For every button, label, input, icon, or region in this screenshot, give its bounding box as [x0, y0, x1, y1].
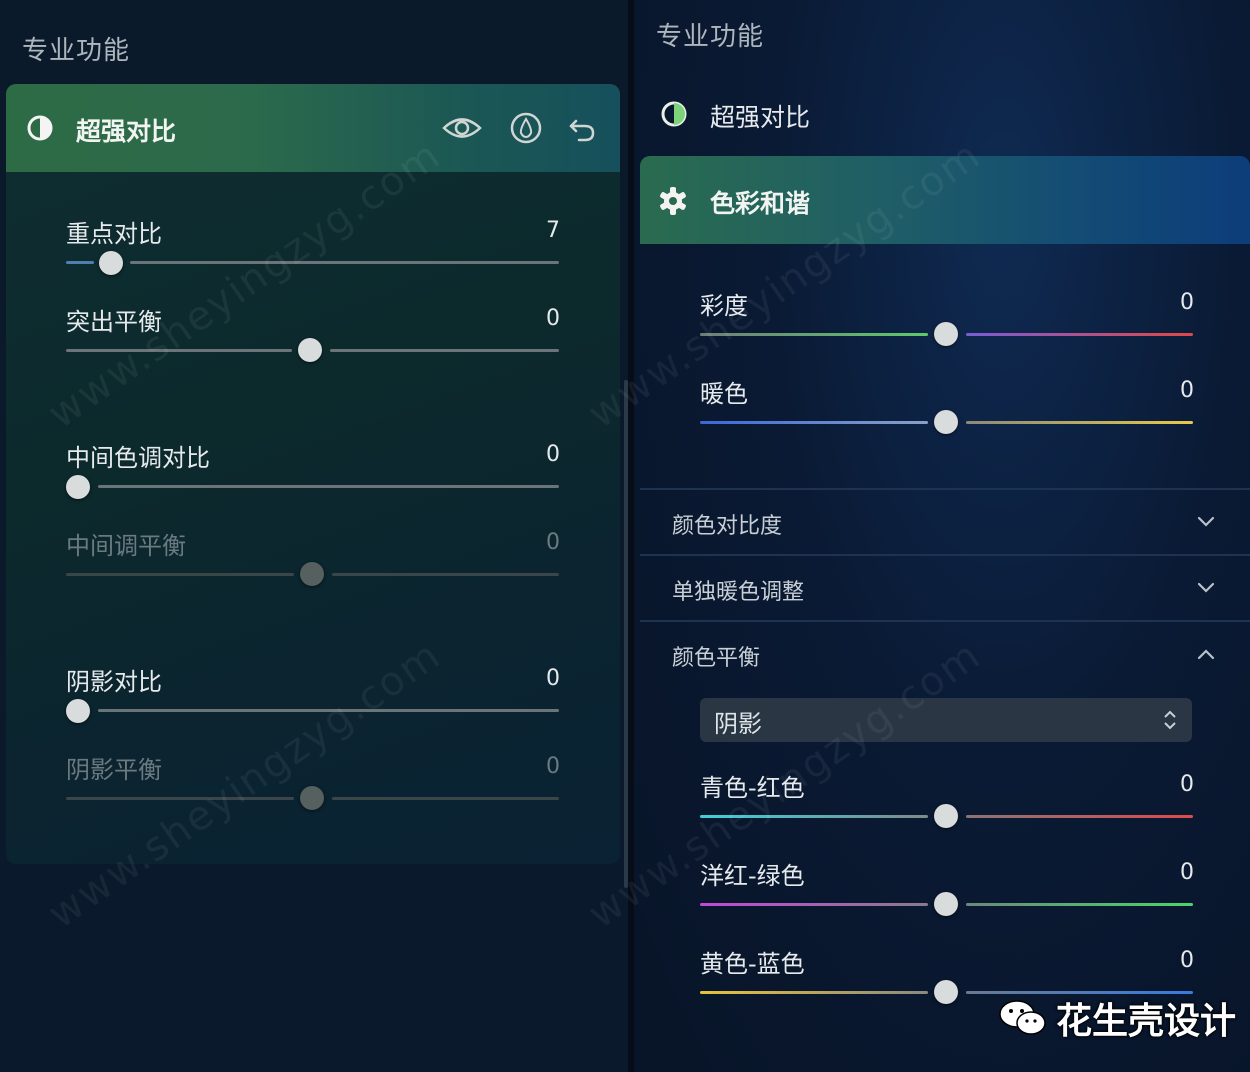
slider-thumb[interactable]	[298, 338, 322, 362]
slider-fill	[66, 261, 94, 264]
slider-value: 0	[546, 442, 560, 467]
slider-track-left[interactable]	[700, 903, 928, 906]
slider-value: 0	[546, 666, 560, 691]
drop-icon[interactable]	[508, 110, 544, 146]
slider-value: 0	[1180, 948, 1194, 973]
gear-icon	[658, 186, 688, 216]
slider-thumb[interactable]	[934, 322, 958, 346]
panel-title: 超强对比	[76, 117, 177, 146]
eye-icon[interactable]	[440, 114, 484, 142]
slider-value: 0	[1180, 290, 1194, 315]
slider-value: 0	[1180, 860, 1194, 885]
slider-track-right	[332, 573, 559, 576]
updown-arrows-icon	[1160, 706, 1180, 734]
slider-label: 中间色调对比	[66, 444, 210, 472]
tone-select[interactable]: 阴影	[700, 698, 1192, 742]
slider-value: 0	[1180, 378, 1194, 403]
slider-thumb[interactable]	[934, 980, 958, 1004]
slider-label: 暖色	[700, 380, 748, 408]
chevron-up-icon	[1194, 644, 1218, 664]
slider-track[interactable]	[98, 485, 559, 488]
select-value: 阴影	[714, 710, 762, 738]
divider	[640, 488, 1250, 490]
slider-value: 0	[546, 754, 560, 779]
slider-track-left[interactable]	[700, 421, 928, 424]
slider-track-right[interactable]	[966, 815, 1193, 818]
slider-value: 7	[546, 218, 560, 243]
slider-label: 中间调平衡	[66, 532, 186, 560]
chevron-down-icon	[1194, 512, 1218, 532]
slider-thumb	[300, 786, 324, 810]
slider-track-left	[66, 573, 294, 576]
slider-value: 0	[1180, 772, 1194, 797]
chevron-down-icon	[1194, 578, 1218, 598]
slider-track-right[interactable]	[966, 333, 1193, 336]
slider-thumb[interactable]	[934, 804, 958, 828]
slider-track-left[interactable]	[700, 991, 928, 994]
slider-thumb[interactable]	[66, 699, 90, 723]
undo-icon[interactable]	[566, 112, 598, 144]
accordion-label: 颜色对比度	[672, 514, 783, 539]
slider-value: 0	[546, 530, 560, 555]
slider-track-right[interactable]	[330, 349, 559, 352]
slider-value: 0	[546, 306, 560, 331]
brand-text: 花生壳设计	[1056, 1001, 1237, 1042]
slider-thumb[interactable]	[99, 251, 123, 275]
slider-track-right[interactable]	[966, 421, 1193, 424]
slider-label: 阴影对比	[66, 668, 162, 696]
section-title: 专业功能	[22, 36, 131, 66]
slider-track-right[interactable]	[966, 903, 1193, 906]
card-header[interactable]: 超强对比	[6, 84, 620, 172]
slider-thumb	[300, 562, 324, 586]
contrast-icon	[26, 114, 54, 142]
section-title: 专业功能	[656, 22, 765, 52]
slider-label: 阴影平衡	[66, 756, 162, 784]
slider-thumb[interactable]	[934, 410, 958, 434]
slider-label: 重点对比	[66, 220, 162, 248]
slider-thumb[interactable]	[66, 475, 90, 499]
accordion-label: 单独暖色调整	[672, 580, 805, 605]
panel-title: 色彩和谐	[710, 189, 811, 218]
slider-track[interactable]	[130, 261, 559, 264]
brand-watermark: 花生壳设计	[998, 994, 1236, 1042]
wechat-icon	[998, 998, 1048, 1038]
accordion-label: 颜色平衡	[672, 646, 761, 671]
collapsed-item-label: 超强对比	[710, 103, 811, 132]
slider-track-right	[332, 797, 559, 800]
divider	[640, 554, 1250, 556]
slider-label: 洋红-绿色	[700, 862, 805, 890]
slider-thumb[interactable]	[934, 892, 958, 916]
contrast-icon	[660, 100, 688, 128]
divider	[640, 620, 1250, 622]
slider-label: 黄色-蓝色	[700, 950, 805, 978]
